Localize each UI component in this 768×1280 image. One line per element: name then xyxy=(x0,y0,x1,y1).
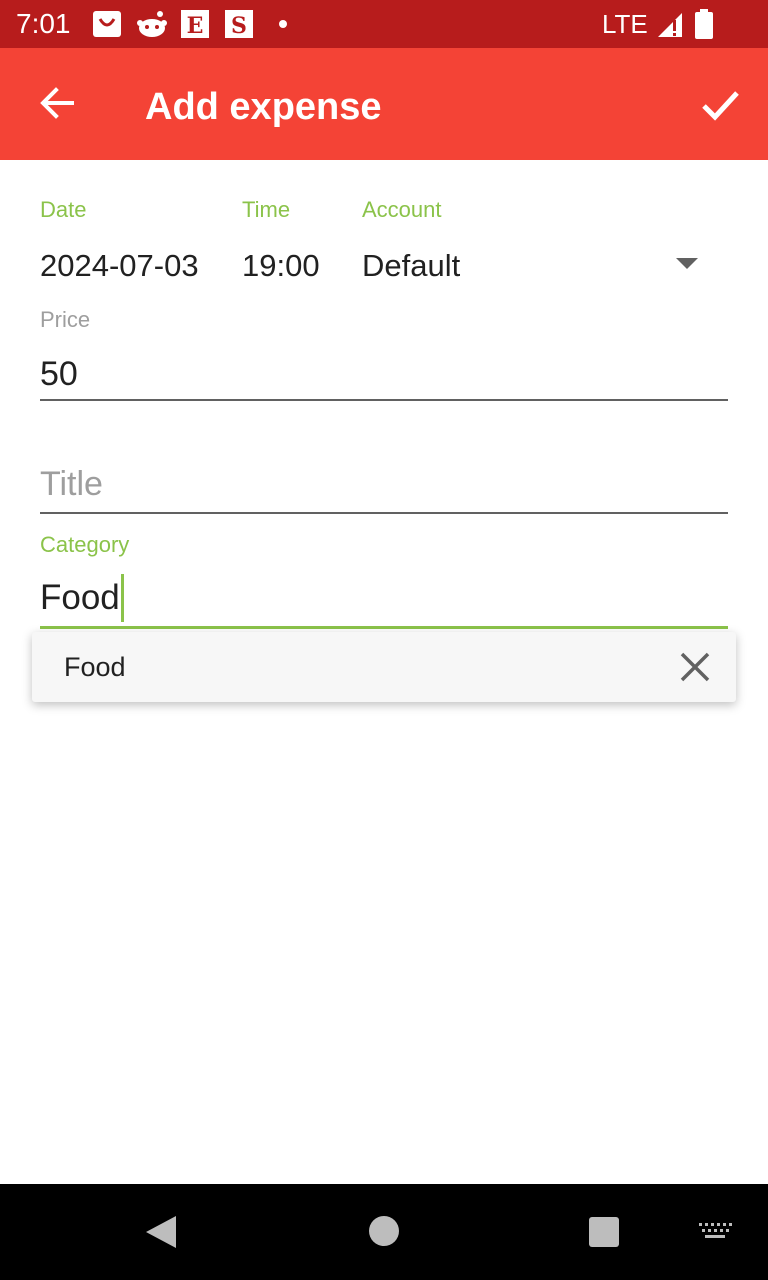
date-label: Date xyxy=(40,197,87,222)
page-title: Add expense xyxy=(145,86,382,128)
title-underline xyxy=(40,512,728,514)
account-label: Account xyxy=(362,197,442,222)
nav-home-icon[interactable] xyxy=(369,1216,399,1246)
suggestion-label: Food xyxy=(64,652,126,682)
nav-recents-icon[interactable] xyxy=(589,1217,619,1247)
category-value: Food xyxy=(40,578,120,617)
status-time: 7:01 xyxy=(16,8,71,39)
category-suggestion-item[interactable]: Food xyxy=(32,632,736,702)
s-app-icon: S xyxy=(225,10,253,39)
network-type: LTE xyxy=(602,9,648,39)
reddit-icon xyxy=(137,11,167,37)
category-label: Category xyxy=(40,532,130,557)
text-cursor xyxy=(120,574,124,622)
signal-icon xyxy=(658,13,682,37)
navigation-bar xyxy=(0,1184,768,1280)
price-underline xyxy=(40,399,728,401)
price-input[interactable]: 50 xyxy=(40,355,78,394)
category-underline xyxy=(40,626,728,629)
check-icon[interactable] xyxy=(694,78,746,130)
account-value: Default xyxy=(362,248,461,283)
close-icon[interactable] xyxy=(678,650,712,684)
chevron-down-icon xyxy=(676,258,698,269)
nav-back-icon[interactable] xyxy=(146,1216,176,1248)
svg-text:E: E xyxy=(187,13,204,39)
category-input[interactable]: Food xyxy=(40,574,728,624)
keyboard-icon[interactable] xyxy=(698,1222,732,1240)
shopping-bag-icon xyxy=(93,11,121,37)
date-field[interactable]: 2024-07-03 xyxy=(40,248,199,284)
arrow-back-icon[interactable] xyxy=(32,78,82,128)
more-notifications-dot xyxy=(279,20,287,28)
svg-text:S: S xyxy=(231,13,247,39)
account-dropdown[interactable]: Default xyxy=(362,240,728,294)
time-field[interactable]: 19:00 xyxy=(242,248,320,284)
title-input[interactable]: Title xyxy=(40,465,103,504)
app-bar: Add expense xyxy=(0,48,768,160)
status-bar: 7:01 E S LTE xyxy=(0,0,768,48)
etsy-icon: E xyxy=(181,10,209,39)
time-label: Time xyxy=(242,197,291,222)
price-label: Price xyxy=(40,307,91,332)
battery-icon xyxy=(695,9,713,39)
